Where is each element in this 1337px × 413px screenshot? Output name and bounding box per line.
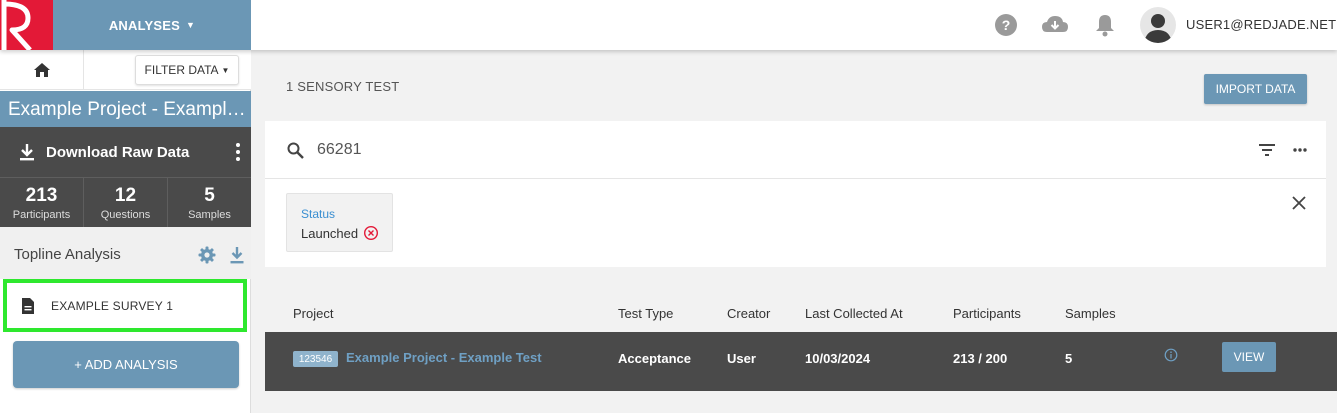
download-icon — [20, 144, 34, 161]
section-title: Topline Analysis — [14, 246, 121, 263]
home-icon — [33, 63, 50, 77]
download-raw-data-button[interactable]: Download Raw Data — [0, 127, 251, 177]
add-analysis-button[interactable]: + ADD ANALYSIS — [13, 341, 239, 388]
view-button[interactable]: VIEW — [1222, 342, 1276, 372]
test-id-badge: 123546 — [293, 351, 338, 367]
more-horizontal-icon[interactable] — [1292, 147, 1308, 153]
stat-label: Questions — [100, 209, 151, 221]
search-input[interactable] — [317, 137, 917, 163]
filter-data-button[interactable]: FILTER DATA ▼ — [135, 55, 239, 85]
chip-value: Launched — [301, 226, 359, 241]
stat-participants: 213 Participants — [0, 178, 84, 227]
avatar-icon — [1144, 14, 1172, 43]
tests-table: Project Test Type Creator Last Collected… — [265, 294, 1337, 392]
user-avatar[interactable] — [1140, 7, 1176, 43]
stat-value: 12 — [114, 185, 137, 206]
column-header-last-collected: Last Collected At — [805, 306, 903, 321]
cloud-download-icon[interactable] — [1040, 12, 1070, 38]
close-icon[interactable] — [1292, 196, 1306, 210]
top-bar: ANALYSES ▼ ? USER1@REDJADE.NET — [0, 0, 1337, 50]
column-header-participants: Participants — [953, 306, 1021, 321]
cell-samples: 5 — [1065, 351, 1073, 366]
project-stats: 213 Participants 12 Questions 5 Samples — [0, 177, 251, 227]
filter-data-label: FILTER DATA — [144, 63, 219, 77]
table-header: Project Test Type Creator Last Collected… — [265, 294, 1326, 332]
logo-icon — [1, 0, 32, 50]
stat-label: Samples — [188, 209, 231, 221]
remove-filter-icon[interactable] — [363, 225, 379, 241]
gear-icon[interactable] — [198, 246, 216, 264]
home-button[interactable] — [0, 50, 84, 90]
search-icon — [287, 142, 304, 159]
bell-icon[interactable] — [1092, 12, 1118, 38]
project-link[interactable]: Example Project - Example Test — [346, 350, 542, 365]
filter-icon[interactable] — [1258, 143, 1276, 157]
cell-test-type: Acceptance — [618, 351, 691, 366]
info-icon[interactable] — [1164, 348, 1178, 362]
topline-analysis-section: Topline Analysis — [0, 227, 251, 279]
more-vertical-icon[interactable] — [235, 142, 241, 162]
column-header-creator: Creator — [727, 306, 771, 321]
download-icon[interactable] — [229, 246, 245, 264]
redjade-logo[interactable] — [0, 0, 53, 50]
analyses-menu-button[interactable]: ANALYSES ▼ — [53, 0, 251, 50]
svg-text:?: ? — [1002, 17, 1011, 33]
sidebar-toolbar: FILTER DATA ▼ — [0, 50, 251, 90]
stat-samples: 5 Samples — [168, 178, 251, 227]
stat-value: 213 — [25, 185, 58, 206]
user-email[interactable]: USER1@REDJADE.NET — [1186, 17, 1336, 32]
caret-down-icon: ▼ — [221, 65, 230, 75]
column-header-test-type: Test Type — [618, 306, 674, 321]
chip-label: Status — [301, 207, 336, 221]
cell-creator: User — [727, 351, 756, 366]
status-filter-chip: Status Launched — [286, 193, 393, 252]
caret-down-icon: ▼ — [186, 20, 196, 30]
table-row[interactable]: 123546 Example Project - Example Test Ac… — [265, 332, 1337, 391]
column-header-project: Project — [293, 306, 334, 321]
stat-questions: 12 Questions — [84, 178, 168, 227]
project-title: Example Project - Example Test — [0, 91, 251, 127]
cell-participants: 213 / 200 — [953, 351, 1008, 366]
stat-value: 5 — [204, 185, 215, 206]
cell-last-collected: 10/03/2024 — [805, 351, 871, 366]
document-icon — [22, 297, 34, 314]
help-icon[interactable]: ? — [993, 12, 1019, 38]
survey-item-label: EXAMPLE SURVEY 1 — [51, 298, 174, 313]
column-header-samples: Samples — [1065, 306, 1116, 321]
stat-label: Participants — [12, 209, 71, 221]
import-data-button[interactable]: IMPORT DATA — [1204, 74, 1307, 104]
analyses-menu-label: ANALYSES — [108, 17, 181, 33]
download-raw-data-label: Download Raw Data — [46, 143, 190, 161]
sidebar-item-example-survey[interactable]: EXAMPLE SURVEY 1 — [3, 279, 247, 332]
results-count: 1 SENSORY TEST — [286, 79, 400, 94]
search-row — [265, 121, 1326, 179]
sidebar: FILTER DATA ▼ Example Project - Example … — [0, 50, 251, 413]
search-panel: Status Launched — [265, 121, 1326, 267]
